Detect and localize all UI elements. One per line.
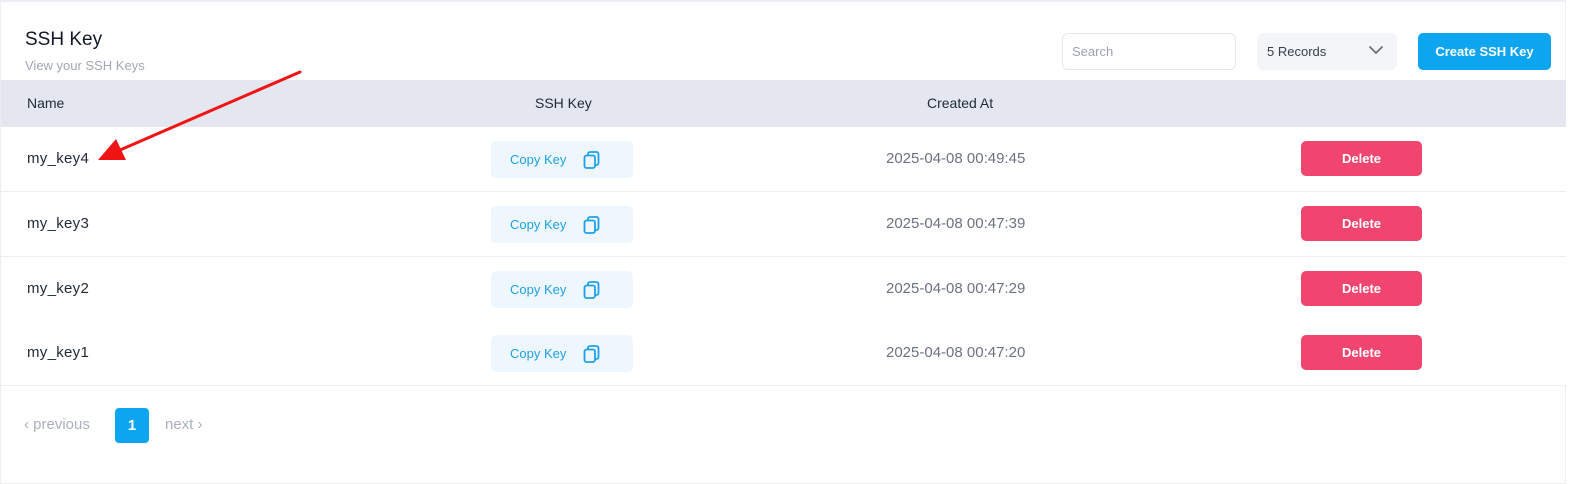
copy-key-button[interactable]: Copy Key bbox=[491, 271, 633, 308]
created-at: 2025-04-08 00:47:20 bbox=[886, 344, 1026, 361]
chevron-down-icon bbox=[1369, 46, 1383, 54]
page-title: SSH Key bbox=[25, 29, 103, 50]
copy-key-button[interactable]: Copy Key bbox=[491, 335, 633, 372]
column-header-name: Name bbox=[27, 95, 65, 111]
copy-key-button[interactable]: Copy Key bbox=[491, 206, 633, 243]
copy-key-label: Copy Key bbox=[510, 346, 567, 361]
pagination-page-current[interactable]: 1 bbox=[115, 408, 149, 443]
key-name: my_key3 bbox=[27, 215, 90, 232]
table-header: Name SSH Key Created At bbox=[1, 80, 1566, 127]
search-input[interactable] bbox=[1062, 33, 1236, 70]
delete-button[interactable]: Delete bbox=[1301, 335, 1422, 370]
column-header-ssh-key: SSH Key bbox=[535, 95, 592, 111]
created-at: 2025-04-08 00:47:39 bbox=[886, 215, 1026, 232]
created-at: 2025-04-08 00:47:29 bbox=[886, 280, 1026, 297]
delete-button[interactable]: Delete bbox=[1301, 206, 1422, 241]
created-at: 2025-04-08 00:49:45 bbox=[886, 150, 1026, 167]
pagination-previous[interactable]: ‹ previous bbox=[24, 416, 90, 433]
records-per-page-select[interactable]: 5 Records bbox=[1257, 33, 1397, 70]
key-name: my_key2 bbox=[27, 280, 90, 297]
copy-key-button[interactable]: Copy Key bbox=[491, 141, 633, 178]
table-row: my_key1 Copy Key 2025-04-08 00:47:20 Del… bbox=[1, 321, 1566, 386]
key-name: my_key4 bbox=[27, 150, 90, 167]
create-ssh-key-button[interactable]: Create SSH Key bbox=[1418, 33, 1551, 70]
pagination-next[interactable]: next › bbox=[165, 416, 203, 433]
table-row: my_key4 Copy Key 2025-04-08 00:49:45 Del… bbox=[1, 127, 1566, 192]
copy-icon bbox=[583, 281, 600, 299]
table-row: my_key3 Copy Key 2025-04-08 00:47:39 Del… bbox=[1, 192, 1566, 257]
records-select-value: 5 Records bbox=[1267, 44, 1327, 59]
copy-icon bbox=[583, 345, 600, 363]
page-subtitle: View your SSH Keys bbox=[25, 58, 145, 73]
copy-icon bbox=[583, 151, 600, 169]
copy-icon bbox=[583, 216, 600, 234]
copy-key-label: Copy Key bbox=[510, 282, 567, 297]
key-name: my_key1 bbox=[27, 344, 90, 361]
delete-button[interactable]: Delete bbox=[1301, 271, 1422, 306]
column-header-created-at: Created At bbox=[927, 95, 994, 111]
copy-key-label: Copy Key bbox=[510, 152, 567, 167]
table-row: my_key2 Copy Key 2025-04-08 00:47:29 Del… bbox=[1, 257, 1566, 322]
delete-button[interactable]: Delete bbox=[1301, 141, 1422, 176]
copy-key-label: Copy Key bbox=[510, 217, 567, 232]
